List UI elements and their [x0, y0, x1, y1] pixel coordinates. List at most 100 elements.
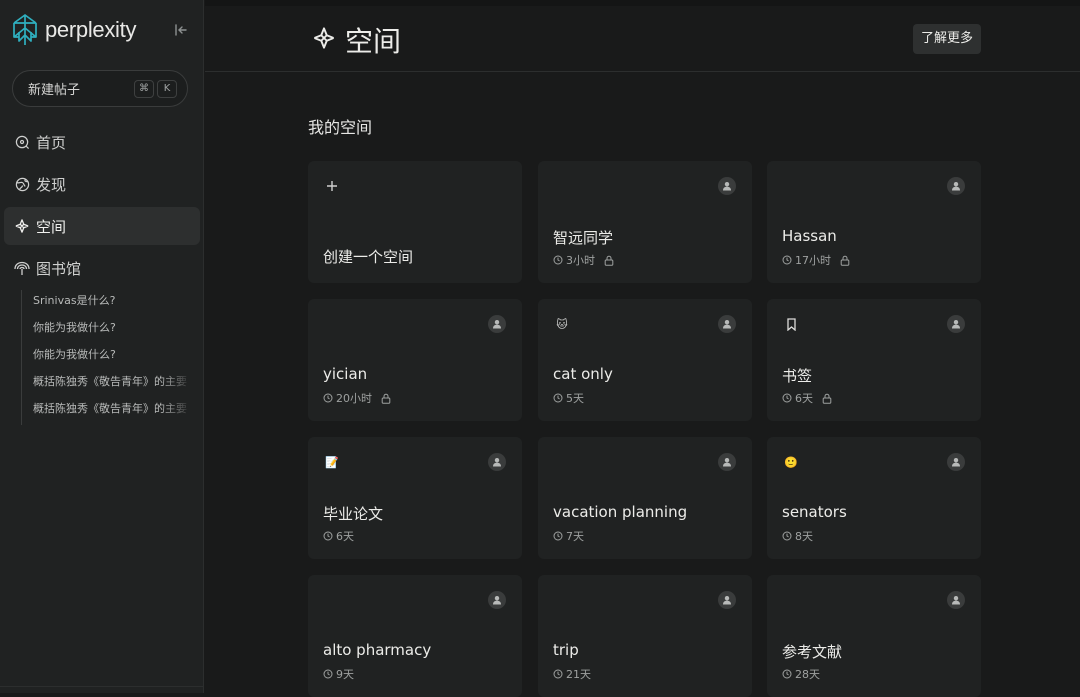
space-name: alto pharmacy: [323, 641, 432, 659]
space-name: cat only: [553, 365, 613, 383]
user-avatar-icon: [488, 591, 506, 609]
space-card[interactable]: 🐱 cat only 5天: [538, 299, 752, 421]
space-card[interactable]: 📝 毕业论文 6天: [308, 437, 522, 559]
clock-icon: [782, 255, 792, 265]
space-updated-time: 7天: [566, 530, 584, 543]
user-avatar-icon: [947, 591, 965, 609]
space-updated-time: 9天: [336, 668, 354, 681]
space-updated-time: 28天: [795, 668, 820, 681]
space-updated-time: 6天: [336, 530, 354, 543]
space-meta: 6天: [782, 390, 832, 406]
new-thread-button[interactable]: 新建帖子 ⌘ K: [12, 70, 188, 107]
section-title: 我的空间: [308, 118, 373, 137]
create-space-card[interactable]: 创建一个空间: [308, 161, 522, 283]
space-meta: 5天: [553, 390, 584, 406]
space-updated-time: 5天: [566, 392, 584, 405]
space-name: 参考文献: [782, 643, 843, 661]
library-thread-item[interactable]: 概括陈独秀《敬告青年》的主要: [22, 398, 192, 425]
clock-icon: [782, 393, 792, 403]
user-avatar-icon: [947, 453, 965, 471]
k-key: K: [157, 79, 177, 98]
lock-icon: [822, 393, 832, 404]
lock-icon: [381, 393, 391, 404]
user-avatar-icon: [947, 177, 965, 195]
sidebar-item-label: 首页: [36, 133, 67, 152]
library-thread-item[interactable]: 你能为我做什么?: [22, 344, 192, 371]
space-card[interactable]: 书签 6天: [767, 299, 981, 421]
space-card[interactable]: 智远同学 3小时: [538, 161, 752, 283]
plus-icon: [323, 177, 341, 195]
sidebar-item-spaces[interactable]: 空间: [4, 207, 200, 245]
space-card[interactable]: yician 20小时: [308, 299, 522, 421]
user-avatar-icon: [718, 591, 736, 609]
clock-icon: [553, 531, 563, 541]
sidebar: perplexity 新建帖子 ⌘ K 首页 发现 空间 图书馆 Sriniva…: [0, 0, 204, 693]
sidebar-item-label: 空间: [36, 217, 67, 236]
space-meta: 17小时: [782, 252, 850, 268]
space-card[interactable]: 参考文献 28天: [767, 575, 981, 697]
library-thread-item[interactable]: 你能为我做什么?: [22, 317, 192, 344]
space-meta: 3小时: [553, 252, 614, 268]
create-space-label: 创建一个空间: [323, 248, 414, 266]
library-thread-item[interactable]: 概括陈独秀《敬告青年》的主要: [22, 371, 192, 398]
space-name: trip: [553, 641, 579, 659]
learn-more-button[interactable]: 了解更多: [913, 24, 982, 54]
sidebar-item-home[interactable]: 首页: [4, 123, 200, 161]
library-thread-list: Srinivas是什么? 你能为我做什么? 你能为我做什么? 概括陈独秀《敬告青…: [21, 290, 192, 425]
space-card[interactable]: 🙂 senators 8天: [767, 437, 981, 559]
clock-icon: [782, 531, 792, 541]
space-meta: 6天: [323, 528, 354, 544]
command-key: ⌘: [134, 79, 154, 98]
user-avatar-icon: [718, 453, 736, 471]
library-thread-item[interactable]: Srinivas是什么?: [22, 290, 192, 317]
space-name: yician: [323, 365, 368, 383]
clock-icon: [553, 393, 563, 403]
space-name: senators: [782, 503, 847, 521]
space-meta: 28天: [782, 666, 820, 682]
keyboard-shortcut: ⌘ K: [134, 79, 177, 98]
lock-icon: [604, 255, 614, 266]
sidebar-item-label: 图书馆: [36, 259, 82, 278]
space-emoji-icon: 🐱: [556, 317, 568, 331]
clock-icon: [782, 669, 792, 679]
space-emoji-icon: 🙂: [784, 455, 798, 469]
bookmark-icon: [782, 315, 800, 333]
page-title: 空间: [313, 20, 401, 60]
collapse-sidebar-icon[interactable]: [174, 22, 194, 42]
space-card[interactable]: Hassan 17小时: [767, 161, 981, 283]
space-card[interactable]: vacation planning 7天: [538, 437, 752, 559]
clock-icon: [323, 669, 333, 679]
perplexity-logo-icon: [11, 14, 39, 46]
space-updated-time: 6天: [795, 392, 813, 405]
sidebar-item-discover[interactable]: 发现: [4, 165, 200, 203]
clock-icon: [323, 393, 333, 403]
logo[interactable]: perplexity: [11, 14, 136, 46]
page-header: 空间 了解更多: [205, 6, 1080, 72]
user-avatar-icon: [488, 315, 506, 333]
user-avatar-icon: [488, 453, 506, 471]
space-card[interactable]: alto pharmacy 9天: [308, 575, 522, 697]
user-avatar-icon: [718, 177, 736, 195]
space-meta: 7天: [553, 528, 584, 544]
space-name: 智远同学: [553, 229, 614, 247]
space-name: Hassan: [782, 227, 837, 245]
space-meta: 20小时: [323, 390, 391, 406]
space-card[interactable]: trip 21天: [538, 575, 752, 697]
brand-name: perplexity: [45, 17, 137, 42]
space-name: 毕业论文: [323, 505, 384, 523]
space-meta: 9天: [323, 666, 354, 682]
spaces-icon: [313, 27, 335, 53]
new-thread-label: 新建帖子: [28, 83, 81, 98]
space-updated-time: 3小时: [566, 254, 595, 267]
clock-icon: [553, 255, 563, 265]
divider: [0, 686, 204, 687]
user-avatar-icon: [947, 315, 965, 333]
space-updated-time: 21天: [566, 668, 591, 681]
space-meta: 8天: [782, 528, 813, 544]
space-name: 书签: [782, 367, 813, 385]
space-updated-time: 17小时: [795, 254, 831, 267]
sidebar-item-library[interactable]: 图书馆: [4, 249, 200, 287]
clock-icon: [553, 669, 563, 679]
space-updated-time: 8天: [795, 530, 813, 543]
home-search-icon: [14, 134, 30, 150]
